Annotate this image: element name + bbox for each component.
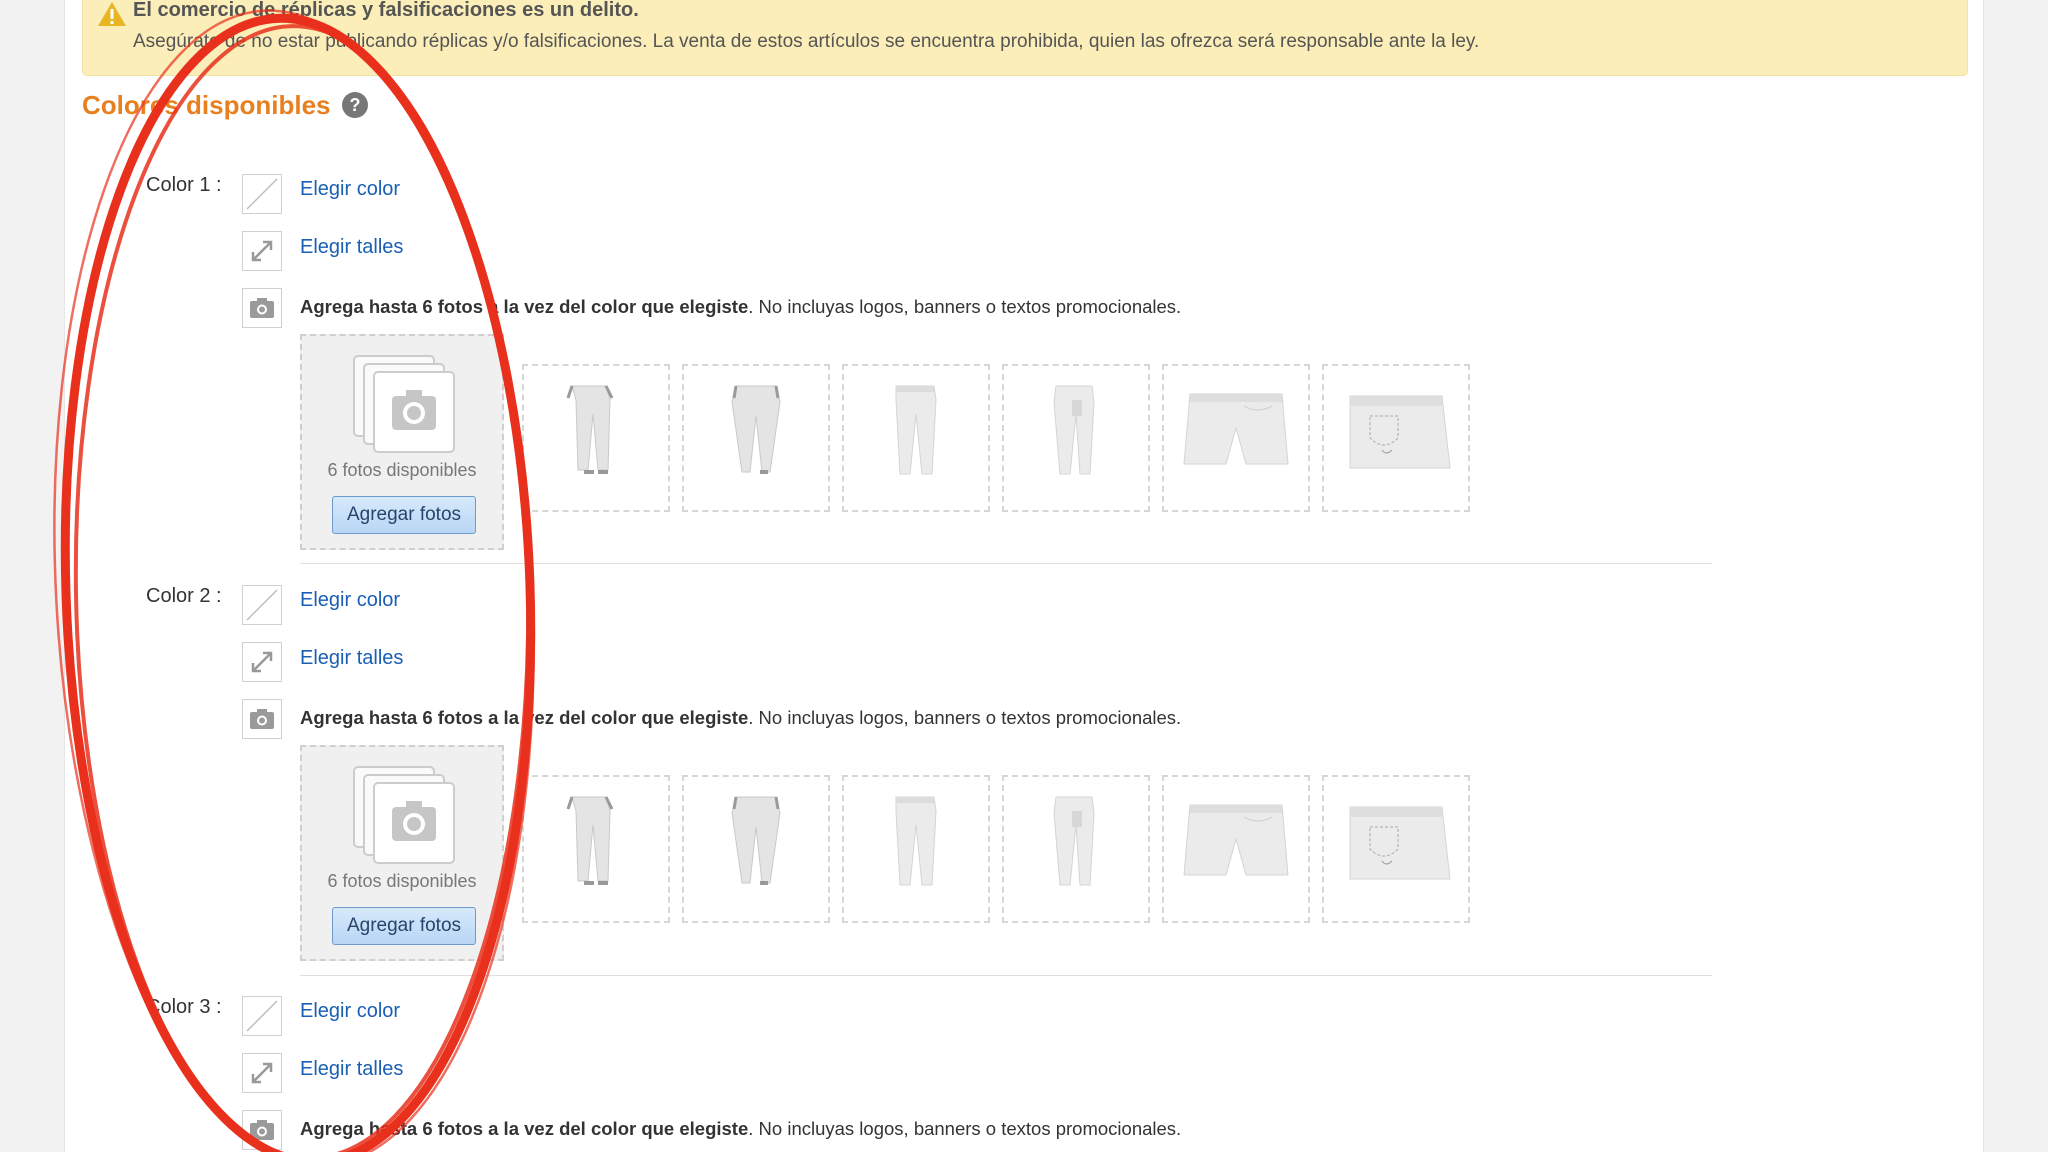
camera-icon — [242, 699, 282, 739]
pants-side-icon[interactable] — [842, 364, 990, 512]
camera-icon — [242, 288, 282, 328]
photos-stack-icon — [353, 766, 455, 864]
color-swatch-icon[interactable] — [242, 585, 282, 625]
photo-instructions: Agrega hasta 6 fotos a la vez del color … — [300, 296, 1182, 317]
add-photos-button[interactable]: Agregar fotos — [332, 496, 476, 534]
choose-color-link[interactable]: Elegir color — [300, 1000, 400, 1023]
resize-arrows-icon[interactable] — [242, 1053, 282, 1093]
help-icon[interactable]: ? — [342, 92, 368, 118]
camera-icon — [242, 1110, 282, 1150]
color-label: Color 3 : — [146, 996, 222, 1018]
photos-available-text: 6 fotos disponibles — [327, 871, 477, 891]
photo-instructions: Agrega hasta 6 fotos a la vez del color … — [300, 707, 1182, 728]
choose-sizes-link[interactable]: Elegir talles — [300, 236, 403, 259]
color-swatch-icon[interactable] — [242, 996, 282, 1036]
pants-front-icon[interactable] — [522, 364, 670, 512]
pants-back-icon[interactable] — [682, 364, 830, 512]
color-block-2: Color 2 : Elegir color Elegir talles Agr… — [0, 585, 2048, 997]
pants-side2-icon[interactable] — [1002, 364, 1150, 512]
warning-alert: El comercio de réplicas y falsificacione… — [82, 0, 1968, 76]
pants-side-icon[interactable] — [842, 775, 990, 923]
choose-sizes-link[interactable]: Elegir talles — [300, 647, 403, 670]
alert-body: Asegúrate de no estar publicando réplica… — [133, 31, 1480, 52]
color-label: Color 2 : — [146, 585, 222, 607]
color-swatch-icon[interactable] — [242, 174, 282, 214]
divider — [300, 975, 1712, 976]
divider — [300, 563, 1712, 564]
section-title: Colores disponibles — [82, 90, 331, 120]
add-photos-button[interactable]: Agregar fotos — [332, 907, 476, 945]
choose-sizes-link[interactable]: Elegir talles — [300, 1058, 403, 1081]
resize-arrows-icon[interactable] — [242, 642, 282, 682]
pants-front-icon[interactable] — [522, 775, 670, 923]
shorts-back-icon[interactable] — [1322, 775, 1470, 923]
choose-color-link[interactable]: Elegir color — [300, 589, 400, 612]
color-block-1: Color 1 : Elegir color Elegir talles Agr… — [0, 174, 2048, 586]
color-block-3: Color 3 : Elegir color Elegir talles Agr… — [0, 996, 2048, 1152]
color-label: Color 1 : — [146, 174, 222, 196]
photo-uploader[interactable]: 6 fotos disponibles Agregar fotos — [300, 334, 504, 550]
photos-stack-icon — [353, 355, 455, 453]
pants-side2-icon[interactable] — [1002, 775, 1150, 923]
pants-back-icon[interactable] — [682, 775, 830, 923]
photo-uploader[interactable]: 6 fotos disponibles Agregar fotos — [300, 745, 504, 961]
alert-title: El comercio de réplicas y falsificacione… — [133, 0, 639, 21]
choose-color-link[interactable]: Elegir color — [300, 178, 400, 201]
photos-available-text: 6 fotos disponibles — [327, 460, 477, 480]
shorts-front-icon[interactable] — [1162, 364, 1310, 512]
shorts-front-icon[interactable] — [1162, 775, 1310, 923]
shorts-back-icon[interactable] — [1322, 364, 1470, 512]
warning-icon — [98, 2, 126, 26]
resize-arrows-icon[interactable] — [242, 231, 282, 271]
photo-instructions: Agrega hasta 6 fotos a la vez del color … — [300, 1118, 1182, 1139]
